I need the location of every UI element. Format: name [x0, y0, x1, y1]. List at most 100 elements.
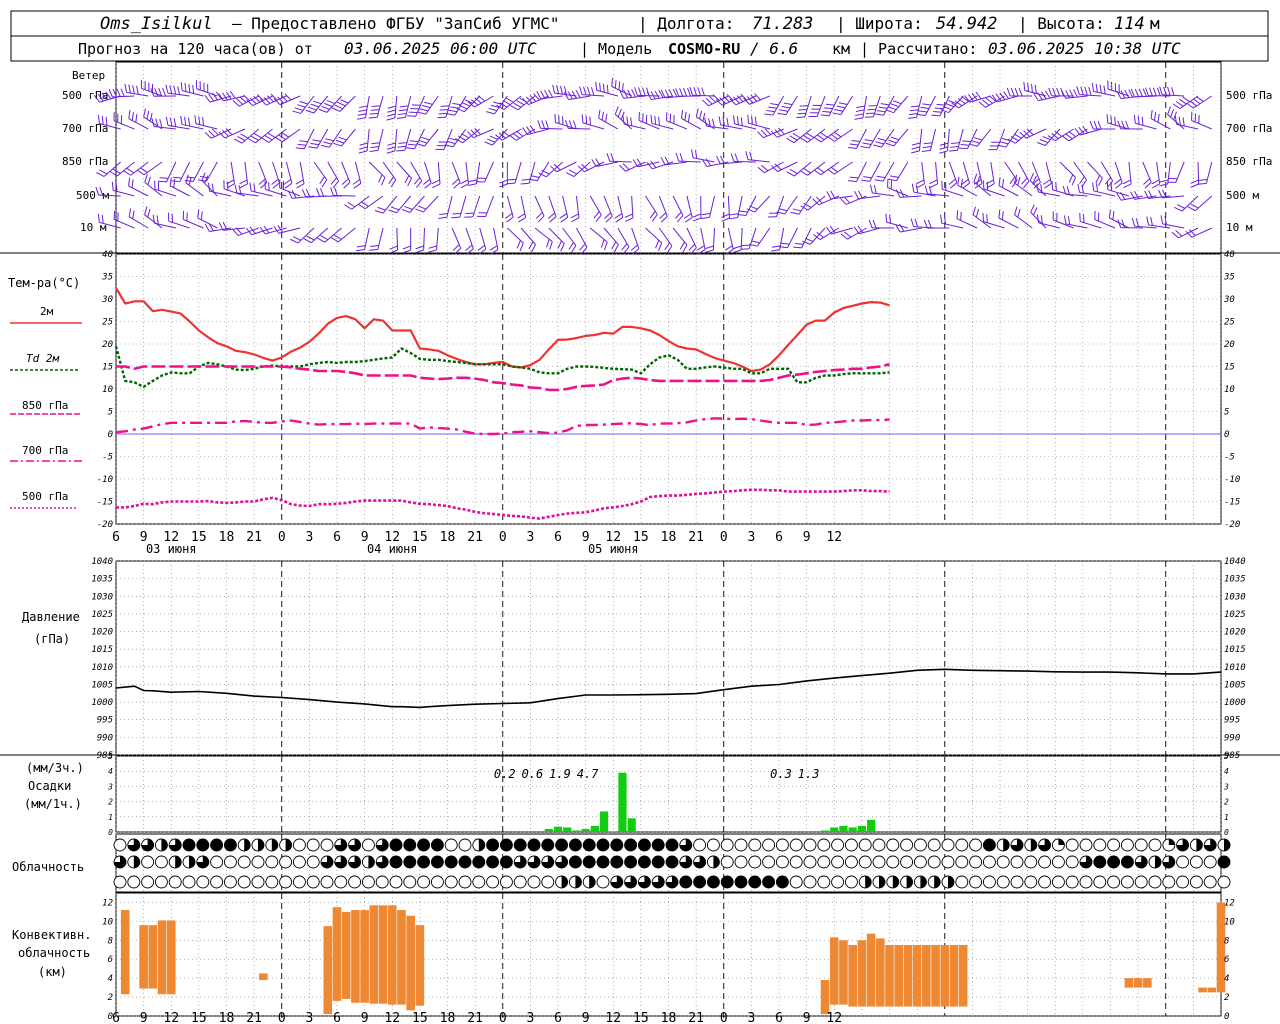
wind-barb: [424, 161, 432, 184]
wind-barb: [785, 95, 798, 116]
wind-barb-flag: [1077, 183, 1081, 193]
cloud-cell: [575, 876, 582, 888]
wind-barb-flag: [260, 182, 268, 189]
wind-barb-flag: [239, 183, 248, 189]
wind-barb-flag: [911, 142, 921, 146]
wind-barb: [1205, 161, 1213, 184]
wind-barb-flag: [998, 177, 1001, 186]
wind-barb-flag: [505, 97, 514, 103]
cloud-cell: [224, 839, 237, 851]
wind-barb-flag: [208, 130, 216, 137]
wind-barb-flag: [839, 197, 847, 205]
cloud-cell: [693, 876, 706, 888]
cloud-cell: [844, 875, 858, 889]
y-tick-label: 1040: [1224, 557, 1246, 567]
wind-barb-flag: [792, 132, 801, 139]
convective-bar: [387, 905, 397, 1005]
wind-barb-flag: [238, 185, 242, 194]
wind-barb-flag: [321, 179, 328, 188]
wind-barb-flag: [789, 168, 798, 174]
x-tick-label: 18: [440, 1011, 456, 1024]
wind-barb-flag: [1044, 90, 1051, 99]
wind-barb-flag: [751, 115, 753, 125]
wind-barbs: [93, 78, 1213, 255]
y-tick-label: 5: [108, 408, 113, 418]
wind-barb-flag: [549, 216, 557, 223]
wind-barb-flag: [911, 183, 915, 193]
wind-barb: [603, 227, 619, 245]
x-tick-label: 21: [246, 530, 262, 545]
y-tick-label: 10: [102, 917, 113, 927]
wind-barb-flag: [1178, 116, 1181, 126]
wind-barb-flag: [729, 217, 738, 220]
cloud-cell: [403, 856, 416, 868]
wind-barb-flag: [922, 103, 931, 106]
wind-barb-flag: [507, 178, 517, 181]
wind-barb-flag: [911, 146, 920, 150]
y-tick-label: 10: [1224, 917, 1235, 927]
wind-barb-flag: [468, 179, 478, 183]
wind-barb-flag: [849, 143, 859, 146]
x-tick-label: 0: [499, 1011, 507, 1024]
convective-bar: [415, 925, 425, 1006]
wind-barb: [507, 227, 524, 244]
wind-barb-flag: [531, 244, 537, 253]
wind-barb-flag: [415, 208, 424, 213]
wind-barb-flag: [1115, 182, 1123, 189]
wind-barb-flag: [1182, 96, 1190, 103]
wind-barb-flag: [1124, 89, 1130, 98]
convective-bar: [848, 945, 857, 1007]
wind-barb: [598, 117, 619, 130]
wind-barb-flag: [922, 146, 932, 149]
wind-barb-flag: [1073, 89, 1078, 98]
wind-barb-flag: [929, 183, 938, 189]
wind-barb: [394, 128, 398, 151]
wind-barb-flag: [369, 149, 379, 152]
wind-barb-flag: [173, 118, 177, 127]
y-tick-label: 995: [1224, 716, 1240, 726]
wind-barb-flag: [692, 213, 702, 218]
wind-barb-flag: [421, 105, 431, 109]
cloud-cell: [183, 839, 195, 851]
wind-barb-flag: [451, 216, 460, 219]
wind-barb: [324, 227, 342, 243]
wind-barb-flag: [270, 93, 278, 101]
wind-barb-flag: [357, 117, 366, 120]
wind-barb-flag: [1186, 102, 1194, 109]
precipitation-chart: 0.2 0.6 1.9 4.7 0.3 1.3: [494, 767, 876, 832]
wind-barb: [366, 128, 370, 151]
x-tick-label: 3: [305, 530, 313, 545]
wind-barb-flag: [530, 175, 540, 178]
wind-barb-flag: [536, 212, 543, 219]
wind-barb: [364, 227, 370, 250]
wind-barb-flag: [453, 182, 461, 189]
wind-barb-flag: [370, 146, 379, 149]
wind-barb-flag: [204, 94, 211, 103]
station-name: Oms_Isilkul: [100, 14, 213, 34]
wind-barb-flag: [571, 90, 577, 99]
convective-bar: [829, 937, 839, 1005]
wind-barb-flag: [353, 182, 362, 189]
convective-bar: [903, 945, 913, 1007]
wind-barb-flag: [1093, 120, 1098, 130]
wind-barb-flag: [488, 107, 497, 112]
cloud-cell: [886, 855, 900, 869]
x-tick-label: 9: [361, 1011, 369, 1024]
wind-barb-flag: [786, 137, 795, 144]
wind-barb: [924, 95, 936, 116]
cloud-cell: [1203, 855, 1217, 869]
wind-barb-flag: [924, 185, 928, 194]
temp-title: Тем-ра(°С): [8, 276, 80, 290]
forecast-start: 03.06.2025 06:00 UTC: [344, 39, 537, 58]
y-tick-label: 10: [102, 385, 113, 395]
wind-barb-flag: [306, 235, 315, 241]
wind-barb: [258, 161, 268, 183]
wind-barb-flag: [439, 213, 448, 215]
wind-barb: [957, 128, 964, 151]
wind-barb-flag: [709, 96, 717, 103]
wind-barb-flag: [419, 108, 429, 112]
cloud-cell: [900, 855, 914, 869]
wind-barb: [779, 227, 785, 250]
wind-barb-flag: [398, 142, 408, 144]
convective-bar: [157, 920, 167, 995]
